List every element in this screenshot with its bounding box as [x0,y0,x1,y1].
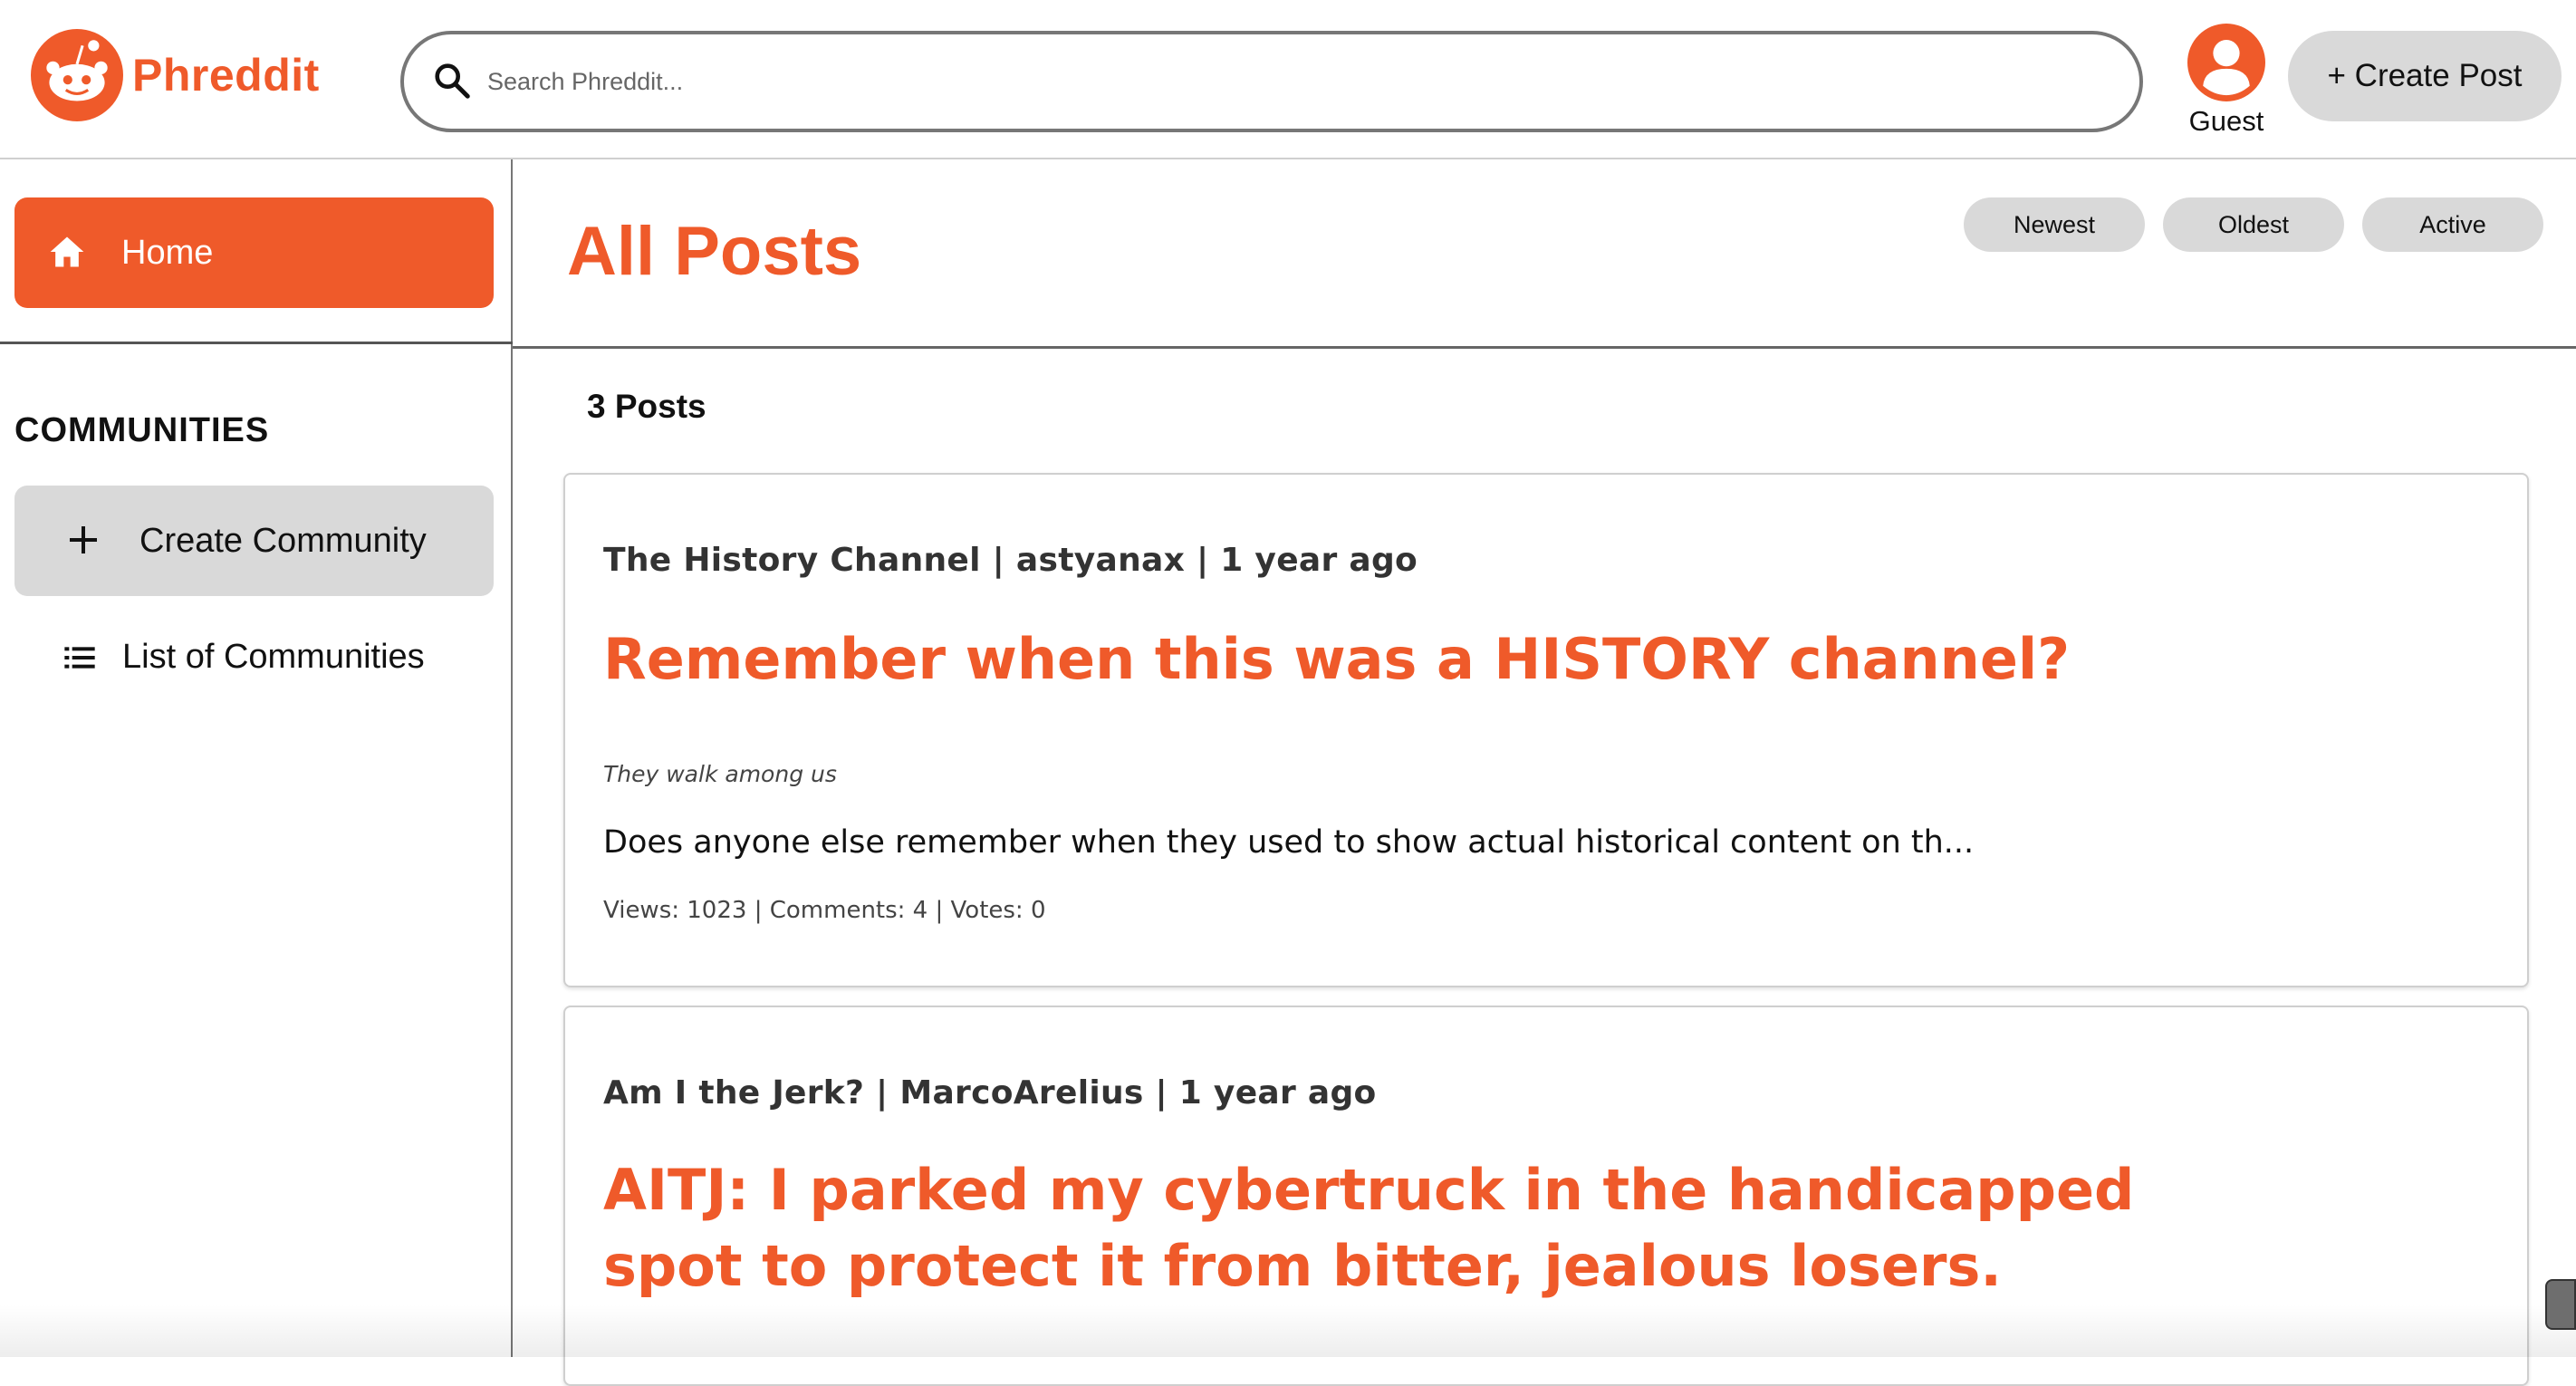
create-post-button[interactable]: + Create Post [2288,31,2562,121]
scroll-to-top-button[interactable] [2545,1279,2576,1330]
post-title[interactable]: Remember when this was a HISTORY channel… [603,621,2143,698]
search-input[interactable] [487,54,2100,109]
post-title[interactable]: AITJ: I parked my cybertruck in the hand… [603,1152,2143,1304]
sort-newest-button[interactable]: Newest [1964,197,2145,252]
home-button[interactable]: Home [14,197,494,308]
search-bar[interactable] [400,31,2143,132]
reddit-logo-icon [31,29,123,121]
plus-icon [70,526,97,553]
app-name: Phreddit [132,50,320,101]
list-communities-label: List of Communities [122,638,425,676]
post-count: 3 Posts [587,388,706,425]
create-community-label: Create Community [139,522,427,560]
search-icon [435,63,470,99]
post-preview: Does anyone else remember when they used… [603,824,1975,861]
sidebar: Home COMMUNITIES Create Community List o… [0,159,513,1357]
home-label: Home [121,234,214,272]
main-content: All Posts Newest Oldest Active 3 Posts T… [513,159,2576,1386]
user-avatar-icon [2187,24,2265,101]
sort-active-button[interactable]: Active [2362,197,2543,252]
list-communities-link[interactable]: List of Communities [14,621,494,694]
app-logo[interactable]: Phreddit [31,29,320,121]
post-stats: Views: 1023 | Comments: 4 | Votes: 0 [603,897,1046,924]
post-card[interactable]: Am I the Jerk? | MarcoArelius | 1 year a… [563,1006,2529,1386]
user-name: Guest [2188,105,2264,137]
create-community-button[interactable]: Create Community [14,486,494,596]
user-menu[interactable]: Guest [2181,24,2272,138]
post-meta: Am I the Jerk? | MarcoArelius | 1 year a… [603,1074,1377,1112]
list-icon [64,647,95,669]
main-divider [513,346,2576,349]
post-card[interactable]: The History Channel | astyanax | 1 year … [563,473,2529,987]
communities-heading: COMMUNITIES [14,411,270,449]
top-header: Phreddit Guest + Create Post [0,0,2576,159]
post-flair: They walk among us [603,761,837,787]
sort-oldest-button[interactable]: Oldest [2163,197,2344,252]
page-title: All Posts [567,213,862,290]
sidebar-divider [0,342,513,344]
post-meta: The History Channel | astyanax | 1 year … [603,542,1418,579]
home-icon [50,236,84,267]
